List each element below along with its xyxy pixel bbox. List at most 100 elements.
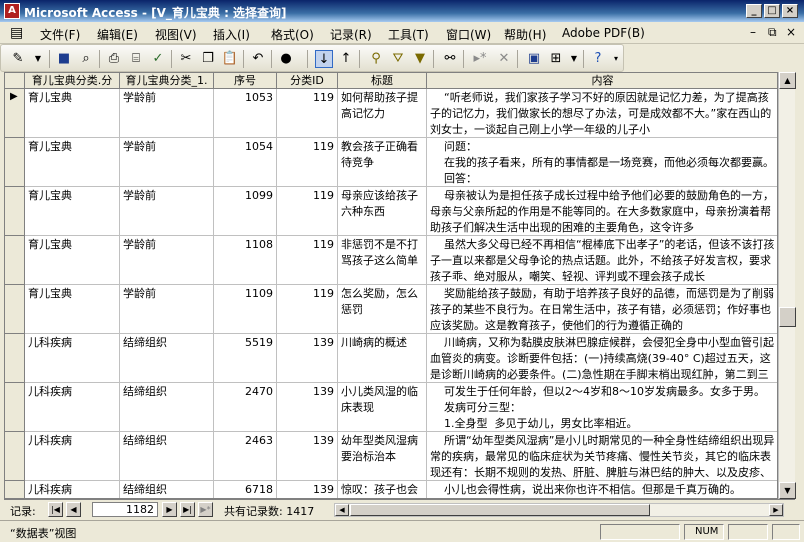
scroll-left-arrow-icon[interactable]: ◀ bbox=[335, 504, 349, 516]
toolbar-options-arrow[interactable]: ▾ bbox=[607, 50, 625, 68]
table-cell-subcategory[interactable]: 学龄前 bbox=[120, 187, 214, 236]
table-cell-category[interactable]: 育儿宝典 bbox=[25, 236, 120, 285]
horizontal-scrollbar[interactable]: ◀ ▶ bbox=[334, 503, 784, 517]
scroll-up-arrow-icon[interactable]: ▲ bbox=[779, 72, 796, 89]
column-header-category[interactable]: 育儿宝典分类.分 bbox=[25, 73, 120, 89]
table-cell-category-id[interactable]: 119 bbox=[277, 236, 338, 285]
delete-record-icon[interactable]: ✕ bbox=[495, 50, 513, 68]
table-cell-category-id[interactable]: 119 bbox=[277, 285, 338, 334]
row-selector[interactable] bbox=[5, 334, 25, 383]
doc-minimize-button[interactable]: – bbox=[750, 25, 756, 39]
table-cell-content[interactable]: 可发生于任何年龄，但以2～4岁和8～10岁发病最多。女多于男。 发病可分三型： … bbox=[427, 383, 777, 432]
print-icon[interactable]: ⎙ bbox=[105, 50, 123, 68]
table-cell-title[interactable]: 川崎病的概述 bbox=[338, 334, 427, 383]
undo-icon[interactable]: ↶ bbox=[249, 50, 267, 68]
table-cell-subcategory[interactable]: 学龄前 bbox=[120, 89, 214, 138]
find-icon[interactable]: ⚯ bbox=[441, 50, 459, 68]
table-cell-content[interactable]: 问题： 在我的孩子看来，所有的事情都是一场竞赛，而他必须每次都要赢。 回答： bbox=[427, 138, 777, 187]
table-cell-category[interactable]: 儿科疾病 bbox=[25, 481, 120, 498]
menu-window[interactable]: 窗口(W) bbox=[446, 26, 491, 43]
table-cell-content[interactable]: 奖励能给孩子鼓励，有助于培养孩子良好的品德，而惩罚是为了削弱孩子的某些不良行为。… bbox=[427, 285, 777, 334]
table-cell-category[interactable]: 儿科疾病 bbox=[25, 334, 120, 383]
new-record-nav-icon[interactable]: ▶* bbox=[198, 502, 213, 517]
first-record-icon[interactable]: |◀ bbox=[48, 502, 63, 517]
table-cell-title[interactable]: 非惩罚不是不打骂孩子这么简单 bbox=[338, 236, 427, 285]
table-cell-category-id[interactable]: 139 bbox=[277, 334, 338, 383]
table-cell-content[interactable]: “听老师说，我们家孩子学习不好的原因就是记忆力差，为了提高孩子的记忆力，我们做家… bbox=[427, 89, 777, 138]
cut-icon[interactable]: ✂ bbox=[177, 50, 195, 68]
table-cell-title[interactable]: 幼年型类风湿病要治标治本 bbox=[338, 432, 427, 481]
menu-records[interactable]: 记录(R) bbox=[330, 26, 372, 43]
table-cell-seq[interactable]: 1108 bbox=[214, 236, 277, 285]
table-cell-category-id[interactable]: 139 bbox=[277, 383, 338, 432]
table-cell-seq[interactable]: 2470 bbox=[214, 383, 277, 432]
doc-close-button[interactable]: × bbox=[786, 25, 796, 39]
table-cell-category-id[interactable]: 139 bbox=[277, 481, 338, 498]
copy-icon[interactable]: ❐ bbox=[199, 50, 217, 68]
table-cell-category[interactable]: 育儿宝典 bbox=[25, 187, 120, 236]
table-cell-category[interactable]: 儿科疾病 bbox=[25, 432, 120, 481]
table-cell-content[interactable]: 所谓“幼年型类风湿病”是小儿时期常见的一种全身性结缔组织出现异常的疾病，最常见的… bbox=[427, 432, 777, 481]
help-icon[interactable]: ? bbox=[589, 50, 607, 68]
next-record-icon[interactable]: ▶ bbox=[162, 502, 177, 517]
new-object-dropdown-arrow[interactable]: ▼ bbox=[565, 50, 583, 68]
filter-by-selection-icon[interactable]: ⚲ bbox=[367, 50, 385, 68]
table-cell-title[interactable]: 教会孩子正确看待竞争 bbox=[338, 138, 427, 187]
menu-adobe-pdf[interactable]: Adobe PDF(B) bbox=[562, 26, 645, 40]
minimize-button[interactable]: _ bbox=[746, 4, 762, 18]
select-all-corner[interactable] bbox=[5, 73, 25, 89]
table-cell-title[interactable]: 母亲应该给孩子六种东西 bbox=[338, 187, 427, 236]
scroll-thumb[interactable] bbox=[779, 307, 796, 327]
table-cell-seq[interactable]: 2463 bbox=[214, 432, 277, 481]
access-app-icon[interactable]: A bbox=[4, 3, 20, 19]
menu-view[interactable]: 视图(V) bbox=[155, 26, 197, 43]
filter-by-form-icon[interactable]: ⛛ bbox=[389, 50, 407, 68]
horizontal-scroll-thumb[interactable] bbox=[350, 504, 650, 516]
insert-hyperlink-icon[interactable]: ● bbox=[277, 50, 295, 68]
close-button[interactable]: × bbox=[782, 4, 798, 18]
row-selector-current[interactable]: ▶ bbox=[5, 89, 25, 138]
view-icon[interactable]: ✎ bbox=[9, 50, 27, 68]
scroll-down-arrow-icon[interactable]: ▼ bbox=[779, 482, 796, 499]
save-icon[interactable]: ■ bbox=[55, 50, 73, 68]
sort-ascending-icon[interactable]: ↓ bbox=[315, 50, 333, 68]
menu-insert[interactable]: 插入(I) bbox=[213, 26, 250, 43]
new-object-icon[interactable]: ⊞ bbox=[547, 50, 565, 68]
table-cell-content[interactable]: 川崎病，又称为黏膜皮肤淋巴腺症候群，会侵犯全身中小型血管引起血管炎的病变。诊断要… bbox=[427, 334, 777, 383]
table-cell-seq[interactable]: 6718 bbox=[214, 481, 277, 498]
menu-help[interactable]: 帮助(H) bbox=[504, 26, 546, 43]
table-cell-seq[interactable]: 1054 bbox=[214, 138, 277, 187]
menu-file[interactable]: 文件(F) bbox=[40, 26, 80, 43]
table-cell-title[interactable]: 如何帮助孩子提高记忆力 bbox=[338, 89, 427, 138]
print-preview-icon[interactable]: ⌸ bbox=[127, 50, 145, 68]
column-header-category-id[interactable]: 分类ID bbox=[277, 73, 338, 89]
table-cell-title[interactable]: 怎么奖励，怎么惩罚 bbox=[338, 285, 427, 334]
row-selector[interactable] bbox=[5, 138, 25, 187]
menu-format[interactable]: 格式(O) bbox=[271, 26, 314, 43]
row-selector[interactable] bbox=[5, 285, 25, 334]
scroll-right-arrow-icon[interactable]: ▶ bbox=[769, 504, 783, 516]
table-cell-subcategory[interactable]: 结缔组织 bbox=[120, 334, 214, 383]
row-selector[interactable] bbox=[5, 236, 25, 285]
table-cell-content[interactable]: 虽然大多父母已经不再相信“棍棒底下出孝子”的老话，但该不该打孩子一直以来都是父母… bbox=[427, 236, 777, 285]
column-header-subcategory[interactable]: 育儿宝典分类_1. bbox=[120, 73, 214, 89]
row-selector[interactable] bbox=[5, 383, 25, 432]
menu-edit[interactable]: 编辑(E) bbox=[97, 26, 138, 43]
table-cell-content[interactable]: 小儿也会得性病，说出来你也许不相信。但那是千真万确的。 bbox=[427, 481, 777, 498]
table-cell-seq[interactable]: 1099 bbox=[214, 187, 277, 236]
table-cell-category[interactable]: 育儿宝典 bbox=[25, 285, 120, 334]
size-grip[interactable] bbox=[772, 524, 800, 540]
datasheet-grid[interactable]: 育儿宝典分类.分 育儿宝典分类_1. 序号 分类ID 标题 内容 ▶ 育儿宝典 … bbox=[4, 72, 778, 499]
table-cell-content[interactable]: 母亲被认为是担任孩子成长过程中给予他们必要的鼓励角色的一方，母亲与父亲所起的作用… bbox=[427, 187, 777, 236]
table-cell-title[interactable]: 惊叹：孩子也会 bbox=[338, 481, 427, 498]
column-header-seq[interactable]: 序号 bbox=[214, 73, 277, 89]
row-selector[interactable] bbox=[5, 187, 25, 236]
table-cell-subcategory[interactable]: 学龄前 bbox=[120, 138, 214, 187]
table-cell-category-id[interactable]: 119 bbox=[277, 187, 338, 236]
table-cell-title[interactable]: 小儿类风湿的临床表现 bbox=[338, 383, 427, 432]
table-cell-category[interactable]: 育儿宝典 bbox=[25, 89, 120, 138]
new-record-icon[interactable]: ▸* bbox=[471, 50, 489, 68]
doc-restore-button[interactable]: ⧉ bbox=[768, 25, 777, 40]
table-cell-seq[interactable]: 1109 bbox=[214, 285, 277, 334]
maximize-button[interactable]: □ bbox=[764, 4, 780, 18]
